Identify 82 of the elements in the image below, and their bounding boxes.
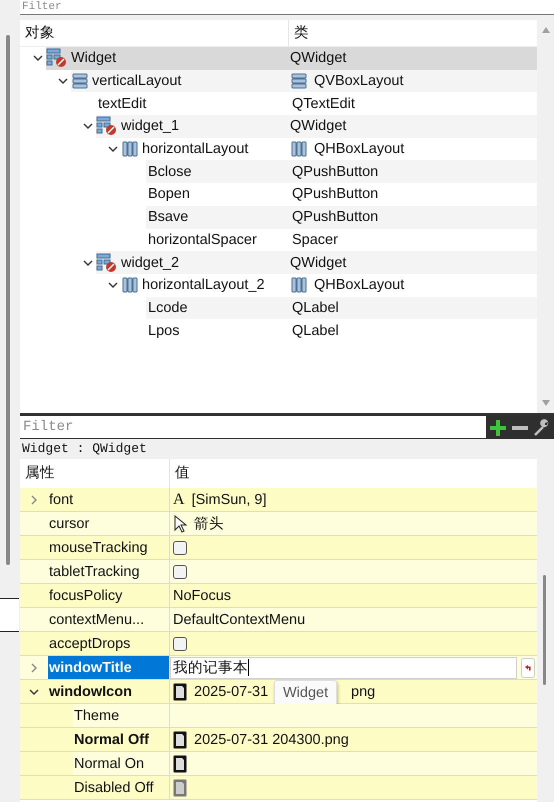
scrollbar-thumb[interactable]: [543, 575, 546, 685]
panel-edge: [0, 598, 19, 632]
class-name: QLabel: [292, 322, 339, 339]
class-name: QVBoxLayout: [314, 73, 404, 90]
object-name: Lcode: [148, 300, 188, 316]
object-name: horizontalLayout: [142, 141, 248, 158]
class-name: QHBoxLayout: [314, 141, 404, 158]
tree-row[interactable]: horizontalLayout QHBoxLayout: [121, 138, 537, 160]
class-name: Spacer: [292, 232, 338, 248]
file-icon: [173, 682, 187, 700]
class-name: QPushButton: [292, 164, 378, 180]
cursor-icon: [173, 514, 187, 532]
tree-row[interactable]: Lpos QLabel: [146, 319, 537, 342]
wrench-icon: [533, 418, 551, 436]
property-value: [SimSun, 9]: [192, 492, 267, 508]
font-icon: A: [173, 490, 185, 508]
tree-row[interactable]: Widget QWidget: [46, 47, 537, 70]
object-name: Bsave: [148, 209, 188, 226]
property-value: NoFocus: [173, 588, 232, 604]
tree-row[interactable]: widget_1 QWidget: [96, 115, 537, 138]
vertical-layout-icon: [290, 72, 308, 90]
property-value: 2025-07-31 204300.png: [194, 732, 349, 748]
value-cell[interactable]: [170, 752, 537, 775]
horizontal-layout-icon: [121, 140, 139, 158]
object-name: widget_2: [121, 254, 180, 271]
column-header[interactable]: 值: [170, 459, 190, 488]
object-name: textEdit: [98, 96, 146, 112]
property-value: png: [351, 684, 376, 700]
object-name: Lpos: [148, 322, 180, 339]
object-name: horizontalSpacer: [148, 232, 257, 248]
column-header[interactable]: 类: [289, 20, 309, 46]
file-icon: [173, 754, 187, 772]
tree-row[interactable]: textEdit QTextEdit: [96, 92, 537, 116]
file-icon: [173, 730, 187, 748]
add-icon: [489, 418, 507, 436]
object-name: horizontalLayout_2: [142, 277, 265, 294]
object-name: Bopen: [148, 186, 190, 202]
reset-button[interactable]: [521, 658, 535, 678]
tooltip: Widget: [274, 680, 338, 706]
object-name: Bclose: [148, 164, 192, 180]
property-value: DefaultContextMenu: [173, 612, 306, 628]
tree-row[interactable]: verticalLayout QVBoxLayout: [71, 70, 537, 92]
column-header[interactable]: 对象: [20, 20, 289, 46]
widget-icon: [96, 116, 118, 136]
horizontal-layout-icon: [121, 276, 139, 294]
horizontal-layout-icon: [290, 276, 308, 294]
checkbox[interactable]: [173, 564, 187, 578]
property-name[interactable]: Normal On: [73, 752, 169, 775]
add-button[interactable]: [488, 418, 508, 438]
class-name: QTextEdit: [292, 96, 355, 112]
property-name[interactable]: Theme: [73, 704, 169, 727]
tree-row[interactable]: horizontalSpacer Spacer: [146, 228, 537, 252]
class-name: QHBoxLayout: [314, 277, 404, 294]
checkbox[interactable]: [173, 540, 187, 554]
property-name[interactable]: windowTitle: [48, 656, 169, 679]
object-name: widget_1: [121, 118, 180, 134]
tree-row[interactable]: Bsave QPushButton: [146, 206, 537, 228]
tree-row[interactable]: Bopen QPushButton: [146, 183, 537, 206]
remove-icon: [512, 426, 528, 430]
class-name: QLabel: [292, 300, 339, 316]
filter-field[interactable]: Filter: [20, 416, 486, 438]
class-name: QPushButton: [292, 209, 378, 226]
property-value: 箭头: [194, 515, 224, 533]
class-name: QWidget: [290, 254, 346, 271]
class-name: QWidget: [290, 50, 346, 66]
class-name: QWidget: [290, 118, 346, 134]
tree-row[interactable]: widget_2 QWidget: [96, 251, 537, 274]
vertical-layout-icon: [71, 72, 89, 90]
tree-row[interactable]: horizontalLayout_2 QHBoxLayout: [121, 274, 537, 297]
scrollbar-thumb[interactable]: [6, 35, 10, 565]
property-value: 2025-07-31: [194, 684, 268, 700]
class-name: QPushButton: [292, 186, 378, 202]
object-name: verticalLayout: [92, 73, 182, 90]
tree-row[interactable]: Bclose QPushButton: [146, 160, 537, 184]
widget-icon: [46, 48, 68, 68]
checkbox[interactable]: [173, 636, 187, 650]
horizontal-layout-icon: [290, 140, 308, 158]
undo-arrow-icon: [524, 664, 532, 672]
object-name: Widget: [71, 50, 116, 66]
widget-icon: [96, 252, 118, 273]
value-cell[interactable]: [170, 704, 537, 727]
tree-row[interactable]: Lcode QLabel: [146, 296, 537, 320]
